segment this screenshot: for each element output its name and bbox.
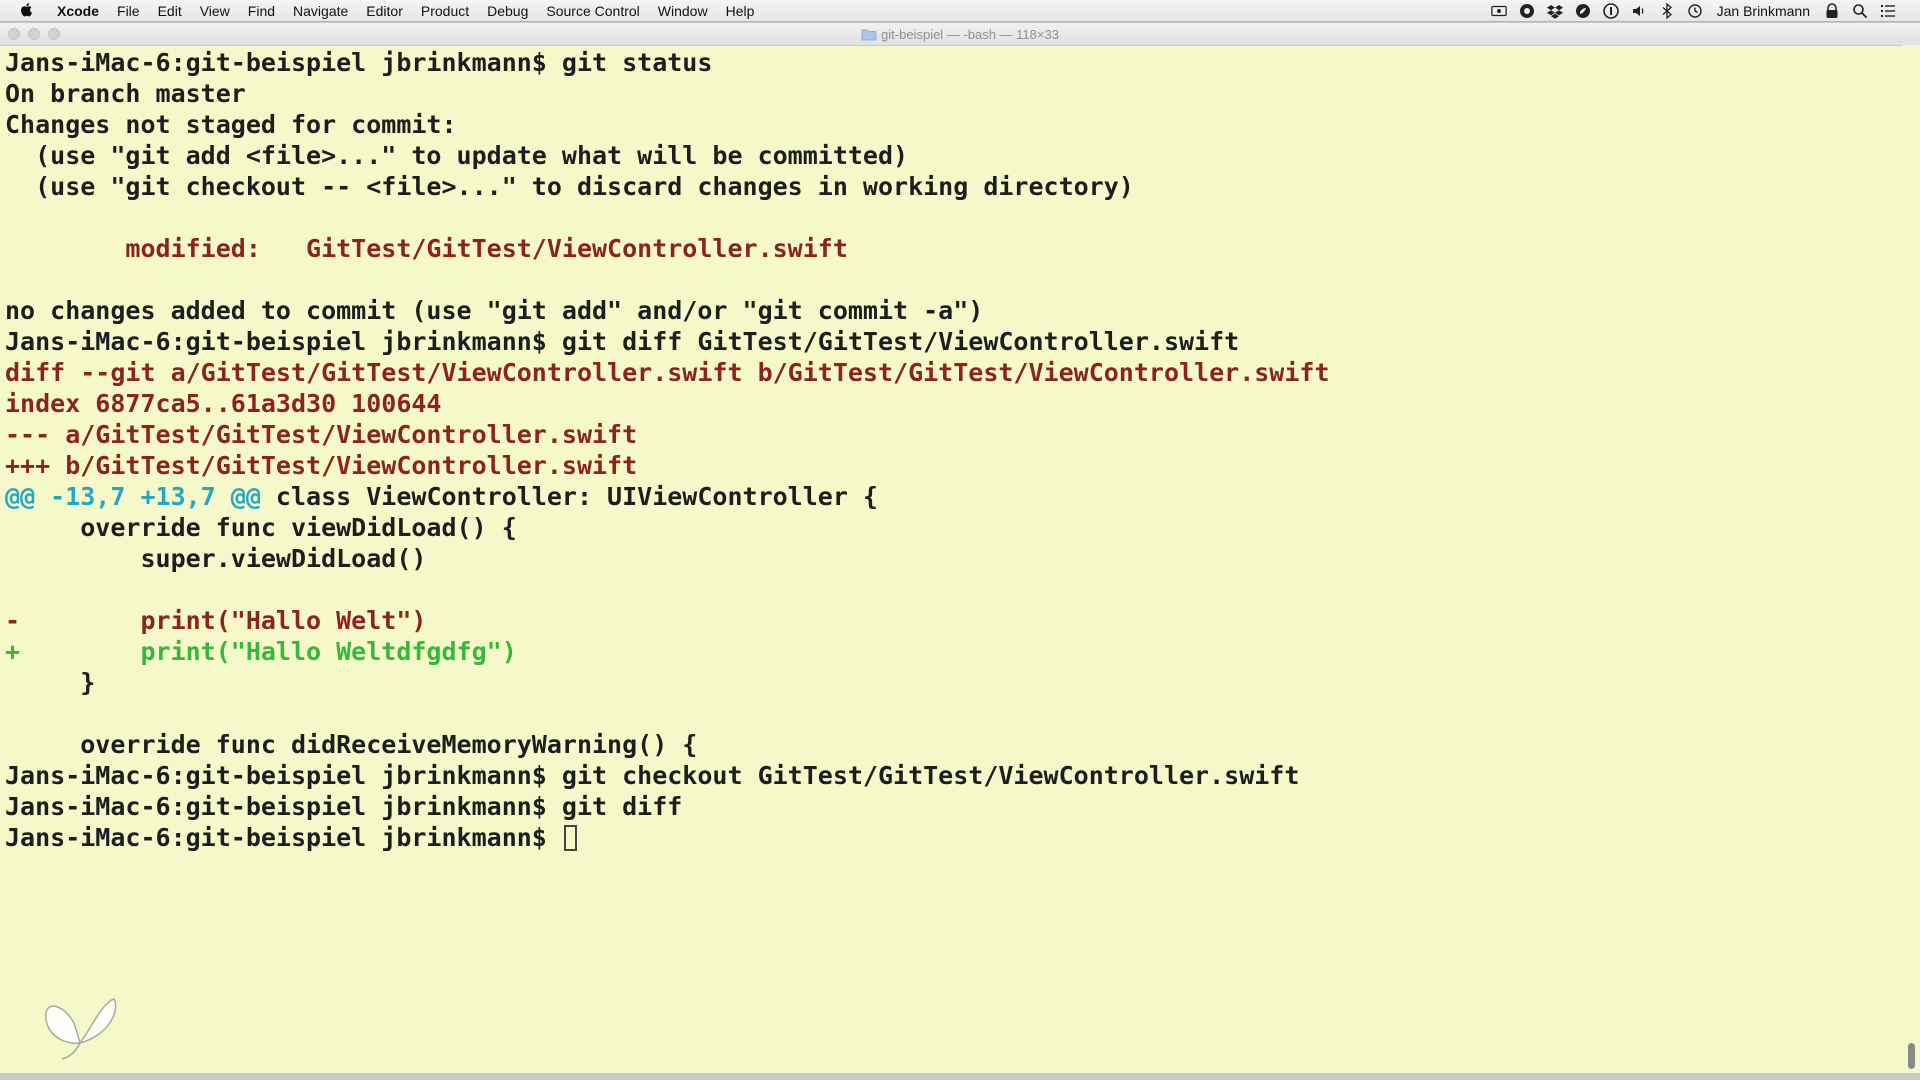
menu-editor[interactable]: Editor xyxy=(357,0,412,22)
user-lock-icon[interactable] xyxy=(1824,2,1840,19)
terminal-text: override func viewDidLoad() { xyxy=(5,513,517,542)
close-window-button[interactable] xyxy=(8,28,20,40)
window-title: git-beispiel — -bash — 118×33 xyxy=(861,27,1059,42)
terminal-text: Jans-iMac-6:git-beispiel jbrinkmann$ git… xyxy=(5,48,713,77)
menu-file[interactable]: File xyxy=(108,0,149,22)
terminal-text: Jans-iMac-6:git-beispiel jbrinkmann$ git… xyxy=(5,761,1300,790)
menu-find[interactable]: Find xyxy=(239,0,284,22)
terminal-window: git-beispiel — -bash — 118×33 Jans-iMac-… xyxy=(0,23,1920,1073)
terminal-text: Jans-iMac-6:git-beispiel jbrinkmann$ xyxy=(5,823,562,852)
terminal-text: no changes added to commit (use "git add… xyxy=(5,296,984,325)
scrollbar-thumb[interactable] xyxy=(1908,1043,1915,1069)
terminal-text: } xyxy=(5,668,96,697)
window-title-text: git-beispiel — -bash — 118×33 xyxy=(881,26,1059,42)
screen-record-icon[interactable] xyxy=(1490,3,1507,19)
terminal-line: (use "git add <file>..." to update what … xyxy=(5,140,1900,171)
evernote-icon[interactable] xyxy=(1575,3,1591,19)
terminal-text: super.viewDidLoad() xyxy=(5,544,427,573)
menu-source-control[interactable]: Source Control xyxy=(537,0,648,22)
apple-menu-icon[interactable] xyxy=(20,2,34,19)
terminal-text: modified: GitTest/GitTest/ViewController… xyxy=(5,234,848,263)
terminal-line: (use "git checkout -- <file>..." to disc… xyxy=(5,171,1900,202)
terminal-text: (use "git checkout -- <file>..." to disc… xyxy=(5,172,1134,201)
menu-view[interactable]: View xyxy=(191,0,239,22)
terminal-line: + print("Hallo Weltdfgdfg") xyxy=(5,636,1900,667)
terminal-line: override func didReceiveMemoryWarning() … xyxy=(5,729,1900,760)
terminal-line: no changes added to commit (use "git add… xyxy=(5,295,1900,326)
minimize-window-button[interactable] xyxy=(28,28,40,40)
menu-debug[interactable]: Debug xyxy=(478,0,537,22)
menu-app-name[interactable]: Xcode xyxy=(48,0,108,22)
camera-shutter-icon[interactable] xyxy=(1519,3,1535,19)
terminal-text: On branch master xyxy=(5,79,246,108)
menu-navigate[interactable]: Navigate xyxy=(284,0,357,22)
terminal-text: diff --git a/GitTest/GitTest/ViewControl… xyxy=(5,358,1330,387)
terminal-line: @@ -13,7 +13,7 @@ class ViewController: … xyxy=(5,481,1900,512)
terminal-line: diff --git a/GitTest/GitTest/ViewControl… xyxy=(5,357,1900,388)
window-title-bar[interactable]: git-beispiel — -bash — 118×33 xyxy=(0,23,1920,46)
terminal-line: +++ b/GitTest/GitTest/ViewController.swi… xyxy=(5,450,1900,481)
dropbox-icon[interactable] xyxy=(1546,3,1563,19)
bluetooth-icon[interactable] xyxy=(1659,2,1675,19)
terminal-line: Jans-iMac-6:git-beispiel jbrinkmann$ git… xyxy=(5,791,1900,822)
one-password-icon[interactable] xyxy=(1602,2,1619,19)
terminal-line: Jans-iMac-6:git-beispiel jbrinkmann$ git… xyxy=(5,47,1900,78)
terminal-text: override func didReceiveMemoryWarning() … xyxy=(5,730,698,759)
folder-icon xyxy=(861,27,877,41)
terminal-text: @@ -13,7 +13,7 @@ xyxy=(5,482,261,511)
butterfly-logo-icon xyxy=(45,998,117,1060)
terminal-line: Changes not staged for commit: xyxy=(5,109,1900,140)
zoom-window-button[interactable] xyxy=(48,28,60,40)
menu-edit[interactable]: Edit xyxy=(149,0,191,22)
terminal-line: override func viewDidLoad() { xyxy=(5,512,1900,543)
terminal-line: - print("Hallo Welt") xyxy=(5,605,1900,636)
spotlight-search-icon[interactable] xyxy=(1852,3,1868,19)
terminal-text: Jans-iMac-6:git-beispiel jbrinkmann$ git… xyxy=(5,327,1240,356)
terminal-line: index 6877ca5..61a3d30 100644 xyxy=(5,388,1900,419)
terminal-line: } xyxy=(5,667,1900,698)
text-cursor xyxy=(563,825,577,851)
volume-icon[interactable] xyxy=(1631,3,1647,19)
terminal-text: + print("Hallo Weltdfgdfg") xyxy=(5,637,517,666)
terminal-line: --- a/GitTest/GitTest/ViewController.swi… xyxy=(5,419,1900,450)
terminal-text: class ViewController: UIViewController { xyxy=(260,482,878,511)
terminal-scrollbar[interactable] xyxy=(1902,45,1920,1073)
terminal-text: - print("Hallo Welt") xyxy=(5,606,427,635)
terminal-text: Jans-iMac-6:git-beispiel jbrinkmann$ git… xyxy=(5,792,683,821)
status-user-name[interactable]: Jan Brinkmann xyxy=(1709,3,1818,19)
terminal-line: Jans-iMac-6:git-beispiel jbrinkmann$ git… xyxy=(5,326,1900,357)
terminal-line: modified: GitTest/GitTest/ViewController… xyxy=(5,233,1900,264)
notification-center-icon[interactable] xyxy=(1880,3,1896,19)
status-area: Jan Brinkmann xyxy=(1485,2,1920,19)
terminal-text: +++ b/GitTest/GitTest/ViewController.swi… xyxy=(5,451,638,480)
menu-bar: Xcode File Edit View Find Navigate Edito… xyxy=(0,0,1920,22)
menu-window[interactable]: Window xyxy=(649,0,717,22)
menu-help[interactable]: Help xyxy=(717,0,764,22)
terminal-output[interactable]: Jans-iMac-6:git-beispiel jbrinkmann$ git… xyxy=(0,45,1900,1073)
terminal-line: super.viewDidLoad() xyxy=(5,543,1900,574)
terminal-text: (use "git add <file>..." to update what … xyxy=(5,141,909,170)
terminal-text: --- a/GitTest/GitTest/ViewController.swi… xyxy=(5,420,638,449)
terminal-text: index 6877ca5..61a3d30 100644 xyxy=(5,389,442,418)
menu-product[interactable]: Product xyxy=(412,0,478,22)
terminal-line: Jans-iMac-6:git-beispiel jbrinkmann$ git… xyxy=(5,760,1900,791)
terminal-line: Jans-iMac-6:git-beispiel jbrinkmann$ xyxy=(5,822,1900,853)
terminal-text: Changes not staged for commit: xyxy=(5,110,457,139)
terminal-line: On branch master xyxy=(5,78,1900,109)
time-machine-icon[interactable] xyxy=(1687,3,1703,19)
window-controls xyxy=(8,28,68,40)
